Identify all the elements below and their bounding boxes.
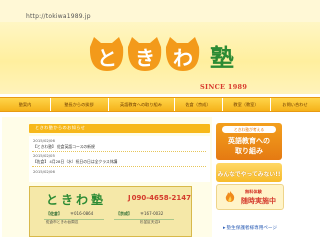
nav-item-label: 塾案内 bbox=[18, 102, 32, 107]
card-line: 取り組み bbox=[235, 147, 263, 155]
members-page-link[interactable]: ▸塾生保護者様専用ページ bbox=[214, 225, 286, 231]
branch-keisei: 【京成】 〒167-0032 bbox=[114, 211, 174, 220]
branch-sakura: 【佐倉】 〒016-0864 bbox=[44, 211, 104, 220]
nav-item-sakura[interactable]: 佐倉（京成） bbox=[174, 98, 223, 111]
flame-icon bbox=[225, 191, 235, 202]
news-link[interactable]: 【佐倉】 4月28日（水）祝日の日は全クラス休講 bbox=[33, 159, 117, 165]
nav-item-english[interactable]: 英語教育への取り組み bbox=[108, 98, 175, 111]
url-text[interactable]: http://tokiwa1989.jp bbox=[26, 13, 91, 20]
branch-zip: 〒016-0864 bbox=[70, 211, 94, 216]
card-pill: ときわ塾が考える bbox=[222, 126, 276, 133]
divider bbox=[32, 151, 206, 152]
news-header-title: ときわ塾からのお知らせ bbox=[35, 125, 86, 130]
contact-banner: ときわ塾 J090-4658-2147 【佐倉】 〒016-0864 佐倉市とき… bbox=[29, 186, 192, 237]
members-page-label: 塾生保護者様専用ページ bbox=[226, 226, 277, 231]
branch-zip: 〒167-0032 bbox=[140, 211, 164, 216]
logo-char-ki: き bbox=[135, 46, 155, 70]
logo-graphic: と き わ 塾 bbox=[89, 37, 234, 72]
english-education-card[interactable]: ときわ塾が考える 英語教育への 取り組み bbox=[216, 123, 282, 160]
site-header: と き わ 塾 SINCE 1989 bbox=[0, 22, 320, 94]
phone-number: 090-4658-2147 bbox=[131, 194, 191, 202]
logo-char-wa: わ bbox=[173, 46, 193, 70]
news-list: 2015/02/06 【ときわ塾】 佐倉英語コースの新規 2015/02/05 … bbox=[29, 136, 210, 182]
nav-item-greeting[interactable]: 塾長からの挨拶 bbox=[50, 98, 109, 111]
nav-item-label: 教室（教室） bbox=[233, 102, 259, 107]
nav-item-label: 佐倉（京成） bbox=[185, 102, 211, 107]
news-link[interactable]: 【ときわ塾】 佐倉英語コースの新規 bbox=[33, 144, 95, 150]
banner-phone: J090-4658-2147 bbox=[128, 194, 191, 202]
news-date: 2015/02/06 bbox=[33, 169, 55, 174]
banner-name: ときわ塾 bbox=[46, 193, 107, 207]
nav-item-classroom[interactable]: 教室（教室） bbox=[222, 98, 271, 111]
nav-item-label: 英語教育への取り組み bbox=[120, 102, 162, 107]
phone-icon: J bbox=[128, 194, 131, 202]
nav-item-label: 塾長からの挨拶 bbox=[64, 102, 94, 107]
news-date: 2015/02/05 bbox=[33, 153, 55, 158]
free-trial-card[interactable]: 無料体験 随時実施中 bbox=[216, 184, 284, 210]
branch-name: 【佐倉】 bbox=[46, 211, 62, 216]
logo-char-juku: 塾 bbox=[210, 43, 234, 72]
join-us-card[interactable]: みんなでやってみない!! bbox=[216, 163, 282, 182]
nav-item-label: お問い合わせ bbox=[282, 102, 308, 107]
card-text: みんなでやってみない!! bbox=[217, 172, 281, 178]
since-label: SINCE 1989 bbox=[200, 83, 248, 91]
divider bbox=[32, 166, 206, 167]
card-line: 英語教育への bbox=[228, 137, 270, 145]
branch-name: 【京成】 bbox=[116, 211, 132, 216]
main-nav: 塾案内 塾長からの挨拶 英語教育への取り組み 佐倉（京成） 教室（教室） お問い… bbox=[0, 97, 320, 112]
branch-address: 杉並区天沼3 bbox=[140, 220, 161, 224]
news-date: 2015/02/06 bbox=[33, 138, 55, 143]
nav-item-contact[interactable]: お問い合わせ bbox=[270, 98, 320, 111]
nav-item-about[interactable]: 塾案内 bbox=[0, 98, 51, 111]
branch-address: 佐倉市ときわ台周辺 bbox=[46, 220, 79, 224]
site-logo[interactable]: と き わ 塾 bbox=[88, 33, 244, 73]
link-arrow-icon: ▸ bbox=[223, 225, 226, 231]
news-header: ときわ塾からのお知らせ bbox=[29, 124, 210, 133]
address-bar: http://tokiwa1989.jp bbox=[0, 0, 320, 22]
card-line: 無料体験 bbox=[245, 189, 262, 194]
logo-char-to: と bbox=[97, 46, 117, 70]
card-line: 随時実施中 bbox=[241, 197, 276, 205]
